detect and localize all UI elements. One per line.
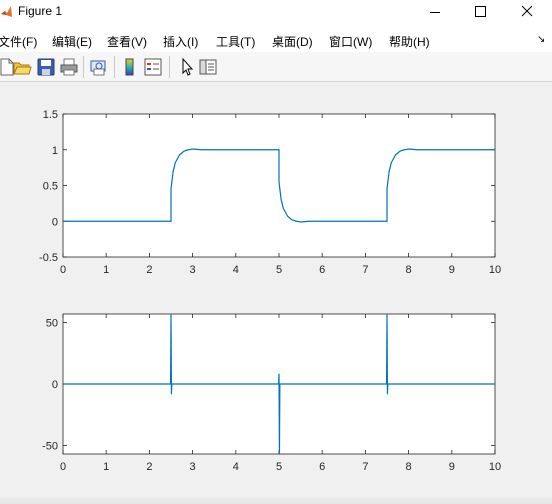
minimize-icon bbox=[430, 12, 440, 13]
y-tick-label: 0 bbox=[52, 379, 58, 391]
y-tick-label: 1 bbox=[52, 145, 58, 157]
window-title: Figure 1 bbox=[18, 4, 63, 18]
x-tick-label: 6 bbox=[319, 264, 325, 276]
toolbar-separator bbox=[169, 56, 170, 78]
minimize-button[interactable] bbox=[412, 0, 458, 26]
menu-help[interactable]: 帮助(H) bbox=[389, 33, 430, 50]
toolbar bbox=[0, 52, 552, 82]
x-tick-label: 4 bbox=[233, 461, 239, 473]
menu-edit[interactable]: 编辑(E) bbox=[52, 33, 92, 50]
print-icon[interactable] bbox=[59, 57, 79, 77]
x-tick-label: 9 bbox=[449, 264, 455, 276]
print-preview-icon[interactable] bbox=[88, 57, 108, 77]
colorbar-icon[interactable] bbox=[120, 57, 140, 77]
x-tick-label: 1 bbox=[103, 461, 109, 473]
save-icon[interactable] bbox=[36, 57, 56, 77]
property-editor-icon[interactable] bbox=[198, 57, 218, 77]
x-tick-label: 4 bbox=[233, 264, 239, 276]
x-tick-label: 10 bbox=[489, 264, 501, 276]
menu-tools[interactable]: 工具(T) bbox=[216, 33, 255, 50]
x-tick-label: 5 bbox=[276, 264, 282, 276]
menu-window[interactable]: 窗口(W) bbox=[329, 33, 372, 50]
edit-plot-arrow-icon[interactable] bbox=[177, 57, 197, 77]
x-tick-label: 3 bbox=[190, 264, 196, 276]
bottom-edge bbox=[0, 498, 552, 504]
x-tick-label: 5 bbox=[276, 461, 282, 473]
y-tick-label: -50 bbox=[42, 440, 58, 452]
menu-view[interactable]: 查看(V) bbox=[107, 33, 147, 50]
menu-bar: 文件(F) 编辑(E) 查看(V) 插入(I) 工具(T) 桌面(D) 窗口(W… bbox=[0, 26, 552, 52]
menu-file[interactable]: 文件(F) bbox=[0, 33, 37, 50]
close-button[interactable] bbox=[504, 0, 550, 26]
x-tick-label: 8 bbox=[406, 264, 412, 276]
y-tick-label: 1.5 bbox=[43, 109, 58, 121]
y-tick-label: -0.5 bbox=[39, 252, 58, 264]
menu-insert[interactable]: 插入(I) bbox=[163, 33, 198, 50]
menu-desktop[interactable]: 桌面(D) bbox=[272, 33, 313, 50]
x-tick-label: 7 bbox=[362, 461, 368, 473]
figure-canvas: 0 1 2 3 4 5 6 7 8 9 10 -0.5 0 0.5 1 1.5 0 1 2 3 4 5 6 7 8 9 10 -50 0… bbox=[0, 82, 552, 504]
y-tick-label: 50 bbox=[46, 318, 58, 330]
y-tick-label: 0.5 bbox=[43, 181, 58, 193]
x-tick-label: 9 bbox=[449, 461, 455, 473]
x-tick-label: 0 bbox=[60, 264, 66, 276]
menu-overflow-arrow-icon[interactable]: ↘ bbox=[537, 34, 545, 45]
maximize-button[interactable] bbox=[458, 0, 504, 26]
x-tick-label: 0 bbox=[60, 461, 66, 473]
toolbar-separator bbox=[114, 56, 115, 78]
matlab-logo-icon bbox=[1, 6, 12, 17]
x-tick-label: 6 bbox=[319, 461, 325, 473]
title-bar: Figure 1 bbox=[0, 0, 552, 26]
toolbar-separator bbox=[83, 56, 84, 78]
legend-icon[interactable] bbox=[143, 57, 163, 77]
open-file-icon[interactable] bbox=[12, 57, 32, 77]
y-tick-label: 0 bbox=[52, 216, 58, 228]
x-tick-label: 8 bbox=[406, 461, 412, 473]
x-tick-label: 2 bbox=[146, 461, 152, 473]
plots-svg: 0 1 2 3 4 5 6 7 8 9 10-0.500.511.50 1 2 3 4 5 6 7 8 9 10-500… bbox=[39, 109, 501, 473]
axes-1: 0 1 2 3 4 5 6 7 8 9 10-0.500.511.5 bbox=[39, 109, 501, 276]
axes-2: 0 1 2 3 4 5 6 7 8 9 10-50050 bbox=[42, 313, 501, 473]
x-tick-label: 7 bbox=[362, 264, 368, 276]
x-tick-label: 1 bbox=[103, 264, 109, 276]
x-tick-label: 2 bbox=[146, 264, 152, 276]
close-icon bbox=[521, 5, 533, 17]
x-tick-label: 3 bbox=[190, 461, 196, 473]
x-tick-label: 10 bbox=[489, 461, 501, 473]
maximize-icon bbox=[475, 6, 486, 17]
